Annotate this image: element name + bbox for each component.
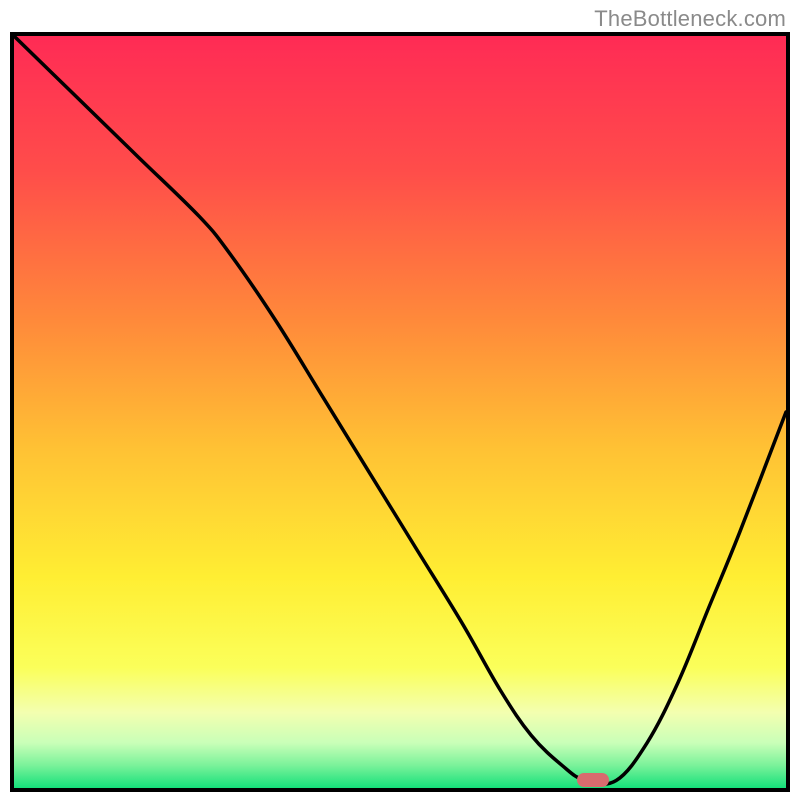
optimal-marker xyxy=(577,773,609,787)
watermark-text: TheBottleneck.com xyxy=(594,6,786,32)
chart-frame xyxy=(10,32,790,792)
chart-curve xyxy=(14,36,786,788)
